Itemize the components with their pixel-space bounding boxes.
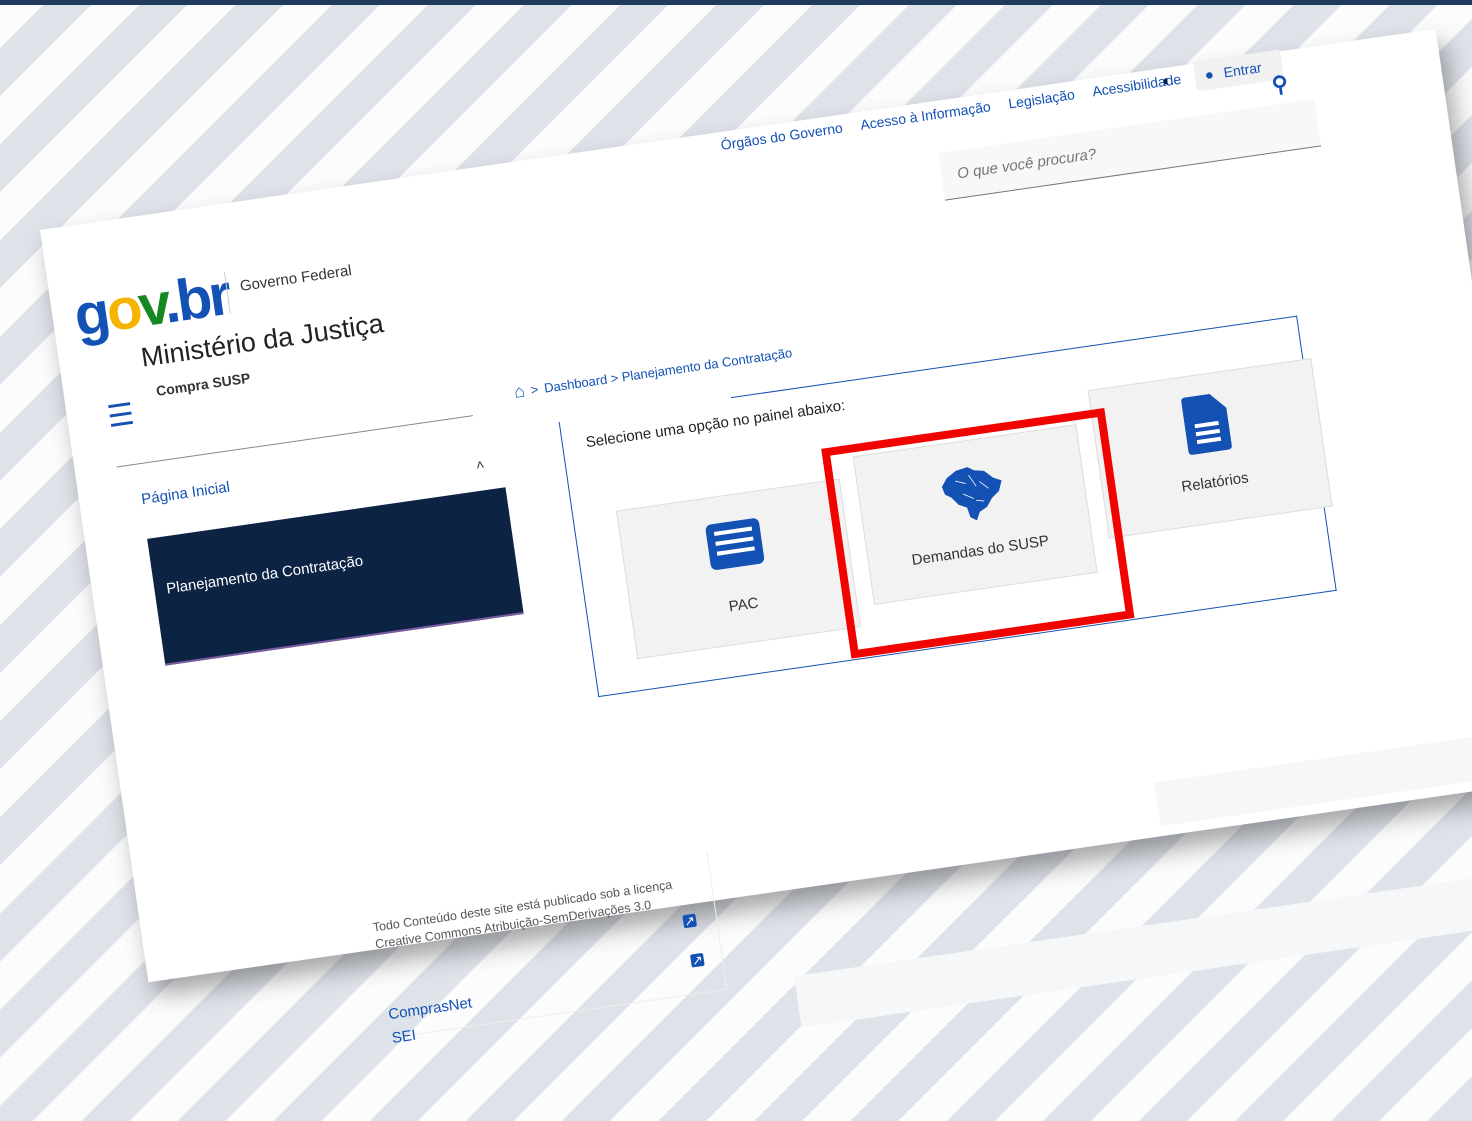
link-sei[interactable]: SEI xyxy=(391,1027,417,1047)
document-icon xyxy=(1181,392,1233,456)
tile-pac-label: PAC xyxy=(727,594,760,616)
link-legislacao[interactable]: Legislação xyxy=(1007,86,1076,111)
system-name: Compra SUSP xyxy=(155,369,252,399)
external-link-icon[interactable]: ↗ xyxy=(682,913,698,929)
breadcrumb-path[interactable]: Dashboard > Planejamento da Contratação xyxy=(543,345,793,396)
hamburger-menu-icon[interactable]: ☰ xyxy=(105,397,137,435)
government-label: Governo Federal xyxy=(238,262,353,295)
highlight-box xyxy=(821,408,1135,659)
login-label: Entrar xyxy=(1222,59,1263,81)
menu-panel: Página Inicial ˄ Planejamento da Contrat… xyxy=(137,421,524,666)
home-icon[interactable]: ⌂ xyxy=(513,381,527,403)
user-icon: ● xyxy=(1203,65,1216,84)
breadcrumb-separator: > xyxy=(529,381,540,398)
search-input[interactable] xyxy=(938,107,1262,199)
menu-item-planejamento[interactable]: Planejamento da Contratação xyxy=(165,552,364,597)
top-bar xyxy=(0,0,1472,5)
search-icon[interactable]: ⚲ xyxy=(1270,71,1290,99)
tile-pac[interactable]: PAC xyxy=(615,478,862,660)
external-link-icon[interactable]: ↗ xyxy=(690,952,705,968)
list-icon xyxy=(704,517,765,571)
tile-relatorios[interactable]: Relatórios xyxy=(1087,357,1333,539)
search-box: ⚲ xyxy=(938,71,1322,201)
tile-relatorios-label: Relatórios xyxy=(1180,469,1250,496)
